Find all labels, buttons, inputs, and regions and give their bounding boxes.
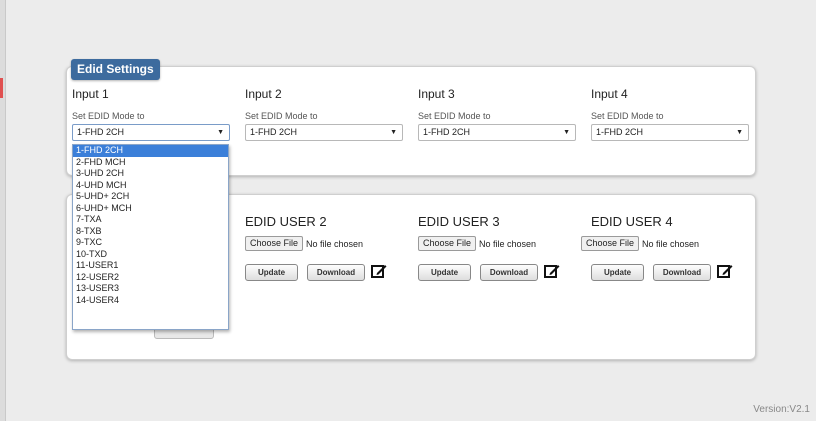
input-3-mode-label: Set EDID Mode to: [418, 111, 491, 121]
dropdown-option[interactable]: 14-USER4: [73, 295, 228, 307]
dropdown-option[interactable]: 1-FHD 2CH: [73, 145, 228, 157]
dropdown-option[interactable]: 12-USER2: [73, 272, 228, 284]
dropdown-option[interactable]: 4-UHD MCH: [73, 180, 228, 192]
input-4-edid-select[interactable]: 1-FHD 2CH ▼: [591, 124, 749, 141]
left-edge: [0, 0, 6, 421]
edid-user-4-file-input[interactable]: Choose File No file chosen: [581, 236, 699, 251]
edid-user-2-file-input[interactable]: Choose File No file chosen: [245, 236, 363, 251]
dropdown-option[interactable]: 8-TXB: [73, 226, 228, 238]
dropdown-option[interactable]: 9-TXC: [73, 237, 228, 249]
edid-user-2-title: EDID USER 2: [245, 214, 327, 229]
input-1-title: Input 1: [72, 87, 109, 101]
input-3-selected-value: 1-FHD 2CH: [423, 127, 471, 137]
dropdown-option[interactable]: 13-USER3: [73, 283, 228, 295]
edid-user-4-update-button[interactable]: Update: [591, 264, 644, 281]
dropdown-option[interactable]: 5-UHD+ 2CH: [73, 191, 228, 203]
dropdown-option[interactable]: 10-TXD: [73, 249, 228, 261]
edit-icon[interactable]: [544, 263, 560, 279]
input-1-mode-label: Set EDID Mode to: [72, 111, 145, 121]
dropdown-option[interactable]: 7-TXA: [73, 214, 228, 226]
choose-file-button[interactable]: Choose File: [418, 236, 477, 251]
choose-file-button[interactable]: Choose File: [245, 236, 304, 251]
file-status: No file chosen: [306, 238, 364, 249]
choose-file-button[interactable]: Choose File: [581, 236, 640, 251]
input-2-edid-select[interactable]: 1-FHD 2CH ▼: [245, 124, 403, 141]
input-3-title: Input 3: [418, 87, 455, 101]
input-4-selected-value: 1-FHD 2CH: [596, 127, 644, 137]
edid-user-3-update-button[interactable]: Update: [418, 264, 471, 281]
edit-icon[interactable]: [371, 263, 387, 279]
edid-settings-tab[interactable]: Edid Settings: [71, 59, 160, 80]
edid-user-3-file-input[interactable]: Choose File No file chosen: [418, 236, 536, 251]
red-marker: [0, 78, 3, 98]
input-4-mode-label: Set EDID Mode to: [591, 111, 664, 121]
chevron-down-icon: ▼: [217, 129, 224, 136]
dropdown-option[interactable]: 11-USER1: [73, 260, 228, 272]
input-1-edid-select[interactable]: 1-FHD 2CH ▼: [72, 124, 230, 141]
file-status: No file chosen: [479, 238, 537, 249]
edid-user-2-download-button[interactable]: Download: [307, 264, 365, 281]
input-2-selected-value: 1-FHD 2CH: [250, 127, 298, 137]
edid-user-3-title: EDID USER 3: [418, 214, 500, 229]
edid-user-4-title: EDID USER 4: [591, 214, 673, 229]
edid-user-4-download-button[interactable]: Download: [653, 264, 711, 281]
dropdown-option[interactable]: 6-UHD+ MCH: [73, 203, 228, 215]
dropdown-option[interactable]: 3-UHD 2CH: [73, 168, 228, 180]
input-4-title: Input 4: [591, 87, 628, 101]
input-1-selected-value: 1-FHD 2CH: [77, 127, 125, 137]
chevron-down-icon: ▼: [736, 129, 743, 136]
file-status: No file chosen: [642, 238, 700, 249]
edit-icon[interactable]: [717, 263, 733, 279]
version-label: Version:V2.1: [753, 404, 810, 415]
input-2-title: Input 2: [245, 87, 282, 101]
input-2-mode-label: Set EDID Mode to: [245, 111, 318, 121]
chevron-down-icon: ▼: [390, 129, 397, 136]
chevron-down-icon: ▼: [563, 129, 570, 136]
dropdown-option[interactable]: 2-FHD MCH: [73, 157, 228, 169]
input-3-edid-select[interactable]: 1-FHD 2CH ▼: [418, 124, 576, 141]
edid-user-2-update-button[interactable]: Update: [245, 264, 298, 281]
edid-mode-dropdown-list[interactable]: 1-FHD 2CH 2-FHD MCH 3-UHD 2CH 4-UHD MCH 5-UH…: [72, 144, 229, 330]
edid-user-3-download-button[interactable]: Download: [480, 264, 538, 281]
